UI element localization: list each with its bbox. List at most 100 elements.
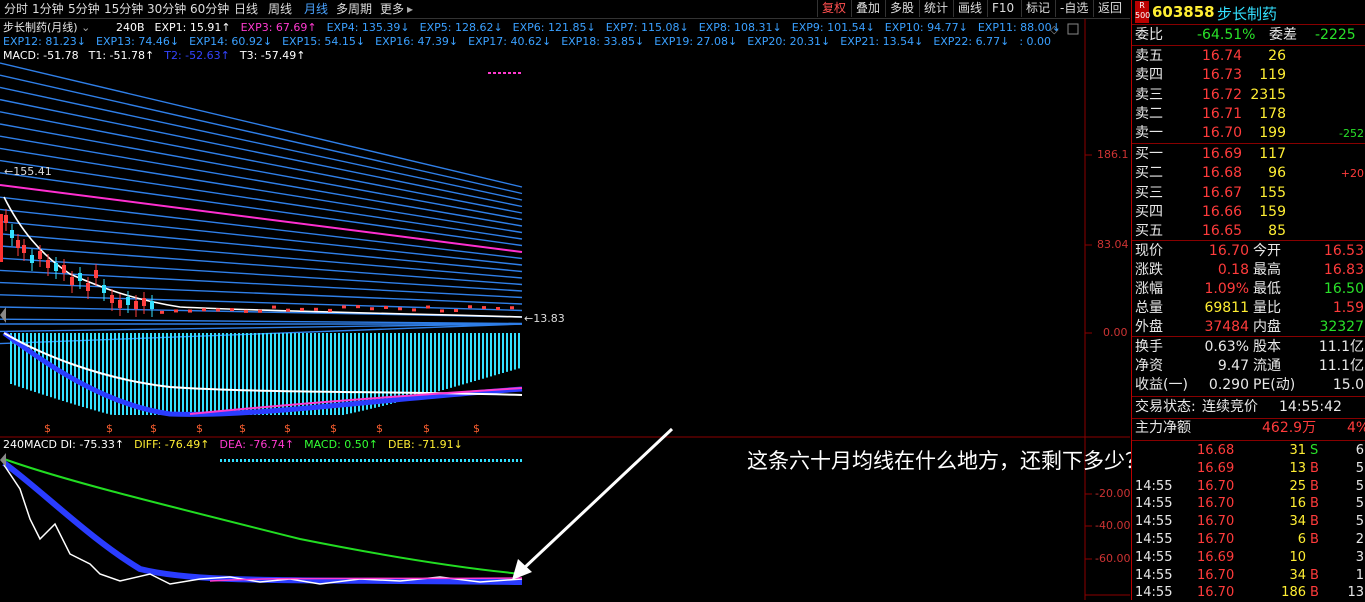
sell-level-row[interactable]: 卖四 16.73 119 bbox=[1132, 66, 1365, 85]
stat-row[interactable]: 涨跌 0.18 最高 16.83 bbox=[1132, 261, 1365, 280]
candle bbox=[244, 310, 248, 313]
tick-row[interactable]: 14:55 16.70 16 B 5 bbox=[1132, 494, 1365, 513]
tick-time: 14:55 bbox=[1135, 566, 1172, 585]
tab-30min[interactable]: 30分钟 bbox=[147, 1, 186, 17]
stat-row[interactable]: 现价 16.70 今开 16.53 bbox=[1132, 242, 1365, 261]
buy-level-row[interactable]: 买四 16.66 159 bbox=[1132, 203, 1365, 222]
stat-row[interactable]: 收益(一) 0.290 PE(动) 15.0 bbox=[1132, 376, 1365, 395]
tab-multi-period[interactable]: 多周期 bbox=[336, 1, 372, 17]
tab-more[interactable]: 更多 bbox=[380, 1, 404, 17]
macd-bar bbox=[30, 333, 32, 391]
stat-row[interactable]: 总量 69811 量比 1.59 bbox=[1132, 299, 1365, 318]
tab-monthly[interactable]: 月线 bbox=[304, 1, 328, 17]
sub-yaxis-label-2: -40.00 bbox=[1095, 519, 1130, 532]
level-price: 16.66 bbox=[1202, 203, 1242, 222]
btn-draw-line[interactable]: 画线 bbox=[953, 0, 986, 17]
stat-row[interactable]: 外盘 37484 内盘 32327 bbox=[1132, 318, 1365, 337]
indicator-value: EXP5: 128.62↓ bbox=[420, 21, 503, 34]
candle bbox=[440, 309, 444, 312]
btn-restore-rights[interactable]: 复权 bbox=[817, 0, 850, 17]
buy-level-row[interactable]: 买二 16.68 96 +20 bbox=[1132, 164, 1365, 183]
tick-side: B bbox=[1310, 530, 1319, 549]
signal-marker: $ bbox=[150, 422, 157, 435]
signal-marker: $ bbox=[473, 422, 480, 435]
btn-back[interactable]: 返回 bbox=[1093, 0, 1126, 17]
trade-status-row: 交易状态: 连续竞价 14:55:42 bbox=[1132, 398, 1365, 417]
signal-marker: $ bbox=[196, 422, 203, 435]
signal-marker: $ bbox=[423, 422, 430, 435]
macd-bar bbox=[150, 333, 152, 415]
btn-overlay[interactable]: 叠加 bbox=[851, 0, 884, 17]
scroll-left-icon[interactable] bbox=[0, 307, 6, 323]
indicator-value: EXP20: 20.31↓ bbox=[747, 35, 830, 48]
tick-price: 16.70 bbox=[1197, 477, 1234, 496]
tab-5min[interactable]: 5分钟 bbox=[68, 1, 100, 17]
indicator-value: EXP17: 40.62↓ bbox=[468, 35, 551, 48]
tick-row[interactable]: 14:55 16.70 186 B 13 bbox=[1132, 583, 1365, 602]
tab-intraday[interactable]: 分时 bbox=[4, 1, 28, 17]
indicator-row-2: EXP12: 81.23↓ EXP13: 74.46↓ EXP14: 60.92↓ E… bbox=[3, 35, 1061, 49]
signal-marker: $ bbox=[106, 422, 113, 435]
macd-bar bbox=[254, 333, 256, 415]
stat-value: 11.1亿 bbox=[1319, 338, 1364, 357]
tick-row[interactable]: 16.68 31 S 6 bbox=[1132, 441, 1365, 460]
macd-bar bbox=[190, 333, 192, 415]
stat-row[interactable]: 换手 0.63% 股本 11.1亿 bbox=[1132, 338, 1365, 357]
sell-level-row[interactable]: 卖一 16.70 199 -252 bbox=[1132, 124, 1365, 143]
tick-row[interactable]: 16.69 13 B 5 bbox=[1132, 459, 1365, 478]
macd-bar bbox=[506, 333, 508, 372]
tab-60min[interactable]: 60分钟 bbox=[190, 1, 229, 17]
sell-level-row[interactable]: 卖三 16.72 2315 bbox=[1132, 86, 1365, 105]
tab-weekly[interactable]: 周线 bbox=[268, 1, 292, 17]
stat-row[interactable]: 涨幅 1.09% 最低 16.50 bbox=[1132, 280, 1365, 299]
tick-row[interactable]: 14:55 16.70 34 B 5 bbox=[1132, 512, 1365, 531]
macd-bar bbox=[458, 333, 460, 386]
tick-volume: 13 bbox=[1289, 459, 1306, 478]
tick-row[interactable]: 14:55 16.70 6 B 2 bbox=[1132, 530, 1365, 549]
level-volume: 85 bbox=[1268, 222, 1286, 241]
macd-bar bbox=[246, 333, 248, 415]
tick-side: B bbox=[1310, 494, 1319, 513]
tab-15min[interactable]: 15分钟 bbox=[104, 1, 143, 17]
macd-bar bbox=[486, 333, 488, 378]
buy-level-row[interactable]: 买五 16.65 85 bbox=[1132, 222, 1365, 241]
rating-badge: R 500 bbox=[1135, 1, 1149, 23]
tick-row[interactable]: 14:55 16.70 25 B 5 bbox=[1132, 477, 1365, 496]
macd-bar bbox=[494, 333, 496, 375]
level-volume: 178 bbox=[1259, 105, 1286, 124]
stat-value: 37484 bbox=[1204, 318, 1249, 337]
macd-bar bbox=[62, 333, 64, 401]
btn-mark[interactable]: 标记 bbox=[1021, 0, 1054, 17]
level-volume: 159 bbox=[1259, 203, 1286, 222]
buy-level-row[interactable]: 买三 16.67 155 bbox=[1132, 184, 1365, 203]
tick-count: 13 bbox=[1347, 583, 1364, 602]
sell-level-row[interactable]: 卖二 16.71 178 bbox=[1132, 105, 1365, 124]
btn-add-watchlist[interactable]: -自选 bbox=[1055, 0, 1092, 17]
btn-multi-stock[interactable]: 多股 bbox=[885, 0, 918, 17]
level-label: 买二 bbox=[1135, 164, 1163, 183]
macd-bar bbox=[226, 333, 228, 415]
candle bbox=[102, 285, 106, 293]
macd-bar bbox=[446, 333, 448, 389]
tick-count: 5 bbox=[1356, 477, 1364, 496]
exp-line bbox=[0, 222, 522, 272]
tick-price: 16.69 bbox=[1197, 459, 1234, 478]
exp-line bbox=[0, 234, 522, 278]
macd-bar bbox=[386, 333, 388, 405]
level-label: 卖五 bbox=[1135, 47, 1163, 66]
btn-statistics[interactable]: 统计 bbox=[919, 0, 952, 17]
stat-row[interactable]: 净资 9.47 流通 11.1亿 bbox=[1132, 357, 1365, 376]
macd-bar bbox=[230, 333, 232, 415]
kline-chart[interactable]: ◇ $ $ $ $ $ $ $ $ $ $ bbox=[0, 19, 1130, 600]
exp-lines-group bbox=[0, 63, 522, 344]
more-dropdown-icon[interactable]: ▸ bbox=[407, 1, 413, 17]
btn-f10[interactable]: F10 bbox=[987, 0, 1018, 17]
tab-daily[interactable]: 日线 bbox=[234, 1, 258, 17]
stat-value: 16.70 bbox=[1209, 242, 1249, 261]
tick-row[interactable]: 14:55 16.69 10 3 bbox=[1132, 548, 1365, 567]
buy-level-row[interactable]: 买一 16.69 117 bbox=[1132, 145, 1365, 164]
level-label: 卖二 bbox=[1135, 105, 1163, 124]
sell-level-row[interactable]: 卖五 16.74 26 bbox=[1132, 47, 1365, 66]
tick-row[interactable]: 14:55 16.70 34 B 1 bbox=[1132, 566, 1365, 585]
tab-1min[interactable]: 1分钟 bbox=[32, 1, 64, 17]
